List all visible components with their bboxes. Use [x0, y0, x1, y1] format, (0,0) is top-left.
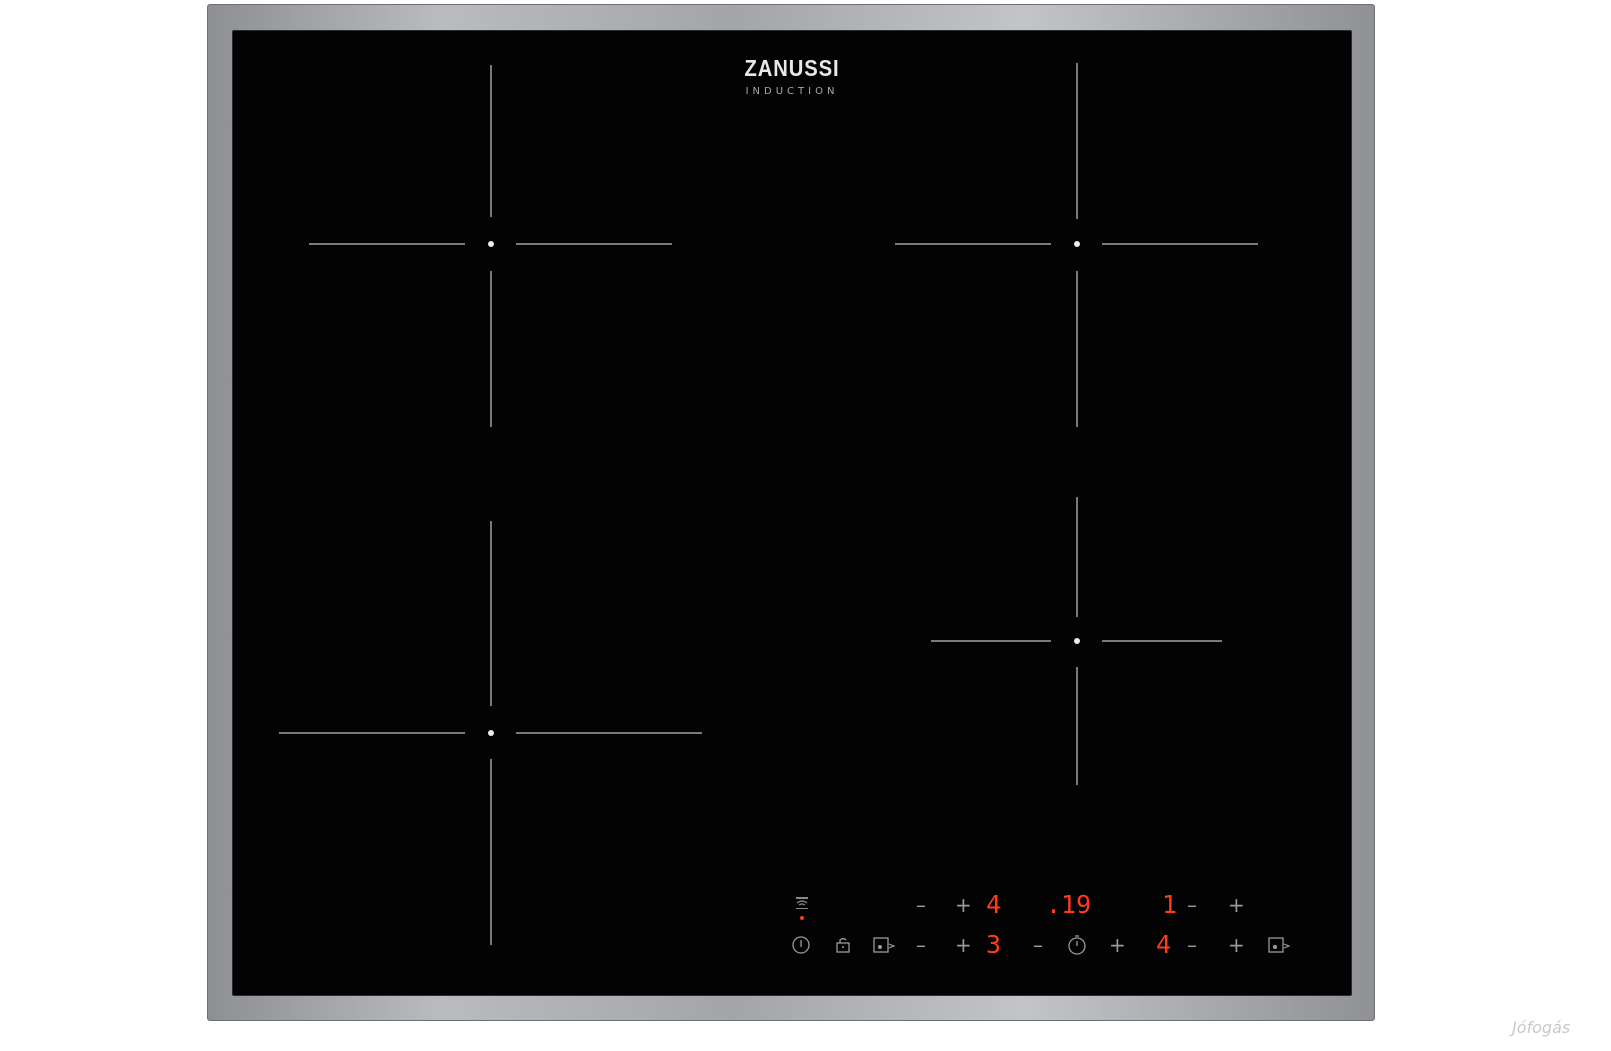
bridge-icon[interactable]: [1267, 935, 1291, 955]
timer-display: .19: [1046, 890, 1092, 919]
zone-right-plus-button[interactable]: +: [1228, 895, 1245, 915]
zone-bottom-right-plus-button[interactable]: +: [1228, 935, 1245, 955]
zone-left-plus-button[interactable]: +: [955, 895, 972, 915]
zone-top-left-power-display: 4: [986, 890, 1002, 919]
timer-plus-button[interactable]: +: [1109, 935, 1126, 955]
zone-bottom-left-power-display: 3: [986, 930, 1002, 959]
watermark: Jófogás: [1512, 1018, 1571, 1037]
zone-center-dot: [1074, 638, 1080, 644]
zone-bottom-left-minus-button[interactable]: –: [916, 935, 926, 955]
pause-icon[interactable]: [872, 935, 896, 955]
zone-center-dot: [488, 241, 494, 247]
brand-subtitle: INDUCTION: [745, 86, 839, 97]
zone-center-dot: [1074, 241, 1080, 247]
hob-connect-icon[interactable]: [793, 895, 811, 923]
zone-right-minus-button[interactable]: –: [1187, 895, 1197, 915]
zone-bottom-right-power-display: 4: [1156, 930, 1172, 959]
hob-glass-surface: ZANUSSI INDUCTION – + 4 .19 1 – + – + 3 …: [232, 30, 1352, 996]
brand-logo: ZANUSSI INDUCTION: [233, 55, 1351, 97]
zone-bottom-right-minus-button[interactable]: –: [1187, 935, 1197, 955]
timer-icon[interactable]: [1066, 934, 1088, 956]
zone-bottom-left-plus-button[interactable]: +: [955, 935, 972, 955]
zone-center-dot: [488, 730, 494, 736]
timer-minus-button[interactable]: –: [1033, 935, 1043, 955]
brand-name: ZANUSSI: [744, 55, 840, 81]
lock-icon[interactable]: [835, 936, 851, 954]
power-icon[interactable]: [791, 935, 811, 955]
zone-left-minus-button[interactable]: –: [916, 895, 926, 915]
zone-top-right-power-display: 1: [1162, 890, 1178, 919]
